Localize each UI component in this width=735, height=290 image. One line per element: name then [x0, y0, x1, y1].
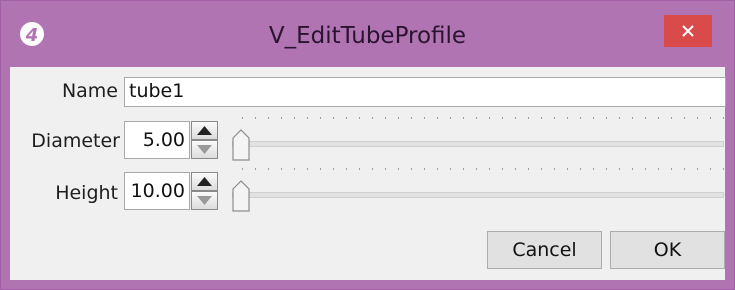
window-title: V_EditTubeProfile: [268, 23, 467, 49]
height-input[interactable]: 10.00: [124, 172, 190, 210]
cancel-button[interactable]: Cancel: [487, 231, 602, 269]
diameter-spin-up[interactable]: [191, 121, 218, 140]
diameter-slider-track[interactable]: [232, 141, 724, 147]
diameter-slider-ticks: [242, 117, 724, 119]
height-spin-up[interactable]: [191, 172, 218, 191]
dialog-content: Name tube1 Diameter 5.00 Height 10.00 Ca…: [10, 67, 726, 280]
arrow-up-icon: [197, 177, 212, 186]
height-slider-ticks: [242, 168, 724, 170]
arrow-down-icon: [197, 145, 212, 154]
height-spin-down[interactable]: [191, 191, 218, 210]
ok-button[interactable]: OK: [610, 231, 725, 269]
height-label: Height: [55, 182, 118, 204]
diameter-slider-thumb[interactable]: [231, 128, 251, 162]
arrow-up-icon: [197, 126, 212, 135]
height-slider-thumb[interactable]: [231, 179, 251, 213]
close-icon: [682, 25, 694, 37]
close-button[interactable]: [664, 15, 712, 47]
dialog-window: 4 V_EditTubeProfile Name tube1 Diameter …: [0, 0, 735, 290]
name-field[interactable]: tube1: [124, 77, 726, 107]
diameter-input[interactable]: 5.00: [124, 121, 190, 159]
title-bar[interactable]: 4 V_EditTubeProfile: [1, 1, 734, 67]
diameter-label: Diameter: [31, 130, 120, 152]
diameter-spin-down[interactable]: [191, 140, 218, 159]
name-label: Name: [61, 80, 118, 102]
height-slider-track[interactable]: [232, 192, 724, 198]
arrow-down-icon: [197, 196, 212, 205]
